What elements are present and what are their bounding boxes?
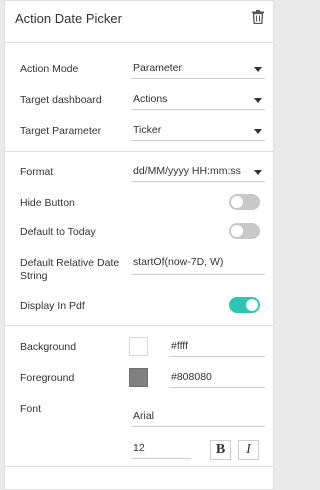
panel-title: Action Date Picker: [15, 11, 122, 26]
background-color-input[interactable]: #ffff: [169, 337, 265, 357]
settings-panel: Action Date Picker Action Mode Parameter…: [4, 0, 274, 490]
font-size-input[interactable]: 12: [131, 439, 191, 459]
chevron-down-icon: [254, 129, 262, 134]
action-mode-label: Action Mode: [20, 63, 79, 75]
default-today-label: Default to Today: [20, 226, 96, 238]
trash-icon[interactable]: [252, 10, 264, 24]
target-dashboard-label: Target dashboard: [20, 94, 102, 106]
relative-date-input[interactable]: startOf(now-7D, W): [131, 253, 265, 275]
display-pdf-label: Display In Pdf: [20, 300, 85, 312]
font-label: Font: [20, 403, 42, 415]
font-family-value: Arial: [133, 410, 155, 422]
toggle-knob: [231, 196, 243, 208]
relative-date-label: Default Relative Date String: [20, 257, 119, 283]
relative-date-label-line1: Default Relative Date: [20, 257, 120, 269]
display-pdf-toggle[interactable]: [229, 297, 260, 313]
background-label: Background: [20, 341, 77, 353]
foreground-label: Foreground: [20, 372, 75, 384]
action-section: Action Mode Parameter Target dashboard A…: [5, 44, 273, 152]
background-color-swatch[interactable]: [129, 337, 148, 356]
font-family-input[interactable]: Arial: [131, 407, 265, 427]
options-section: Format dd/MM/yyyy HH:mm:ss Hide Button D…: [5, 153, 273, 326]
action-mode-value: Parameter: [133, 62, 183, 74]
font-size-value: 12: [133, 442, 145, 454]
relative-date-label-line2: String: [20, 270, 48, 282]
format-select[interactable]: dd/MM/yyyy HH:mm:ss: [131, 162, 265, 182]
background-color-value: #ffff: [171, 340, 188, 352]
target-parameter-select[interactable]: Ticker: [131, 121, 265, 141]
foreground-color-input[interactable]: #808080: [169, 368, 265, 388]
style-section: Background #ffff Foreground #808080 Font…: [5, 327, 273, 467]
toggle-knob: [246, 299, 258, 311]
italic-button[interactable]: I: [238, 440, 259, 460]
action-mode-select[interactable]: Parameter: [131, 59, 265, 79]
target-dashboard-select[interactable]: Actions: [131, 90, 265, 110]
hide-button-label: Hide Button: [20, 197, 75, 209]
chevron-down-icon: [254, 170, 262, 175]
relative-date-value: startOf(now-7D, W): [133, 256, 224, 268]
target-parameter-label: Target Parameter: [20, 125, 102, 137]
format-label: Format: [20, 166, 54, 178]
panel-header: Action Date Picker: [5, 1, 273, 43]
bold-button[interactable]: B: [210, 440, 231, 460]
format-value: dd/MM/yyyy HH:mm:ss: [133, 165, 241, 177]
target-parameter-value: Ticker: [133, 124, 162, 136]
default-today-toggle[interactable]: [229, 223, 260, 239]
hide-button-toggle[interactable]: [229, 194, 260, 210]
foreground-color-swatch[interactable]: [129, 368, 148, 387]
foreground-color-value: #808080: [171, 371, 212, 383]
target-dashboard-value: Actions: [133, 93, 168, 105]
chevron-down-icon: [254, 98, 262, 103]
toggle-knob: [231, 225, 243, 237]
chevron-down-icon: [254, 67, 262, 72]
